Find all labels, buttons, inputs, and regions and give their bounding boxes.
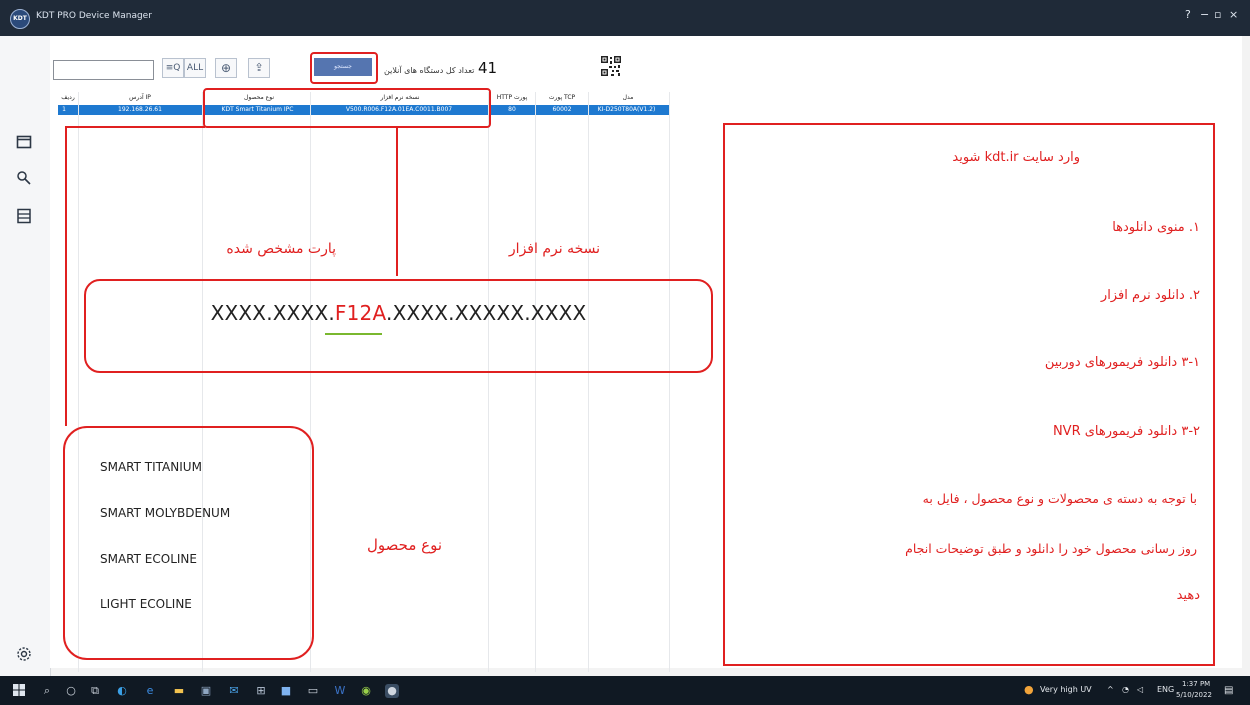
product-item: SMART MOLYBDENUM xyxy=(100,506,231,520)
device-window-icon[interactable] xyxy=(13,134,35,156)
online-devices-count: 41 xyxy=(478,59,498,77)
search-icon[interactable]: ⌕ xyxy=(40,684,54,698)
clock-date[interactable]: 5/10/2022 xyxy=(1176,691,1212,699)
header-ip-address[interactable]: آدرس IP xyxy=(80,94,200,101)
instruction-line: دهید xyxy=(1176,588,1200,603)
tray-chevron-icon[interactable]: ^ xyxy=(1107,685,1114,694)
cell-model: KI-D250T80A(V1.2) xyxy=(597,106,656,113)
version-highlight: F12A xyxy=(334,301,387,325)
version-label: نسخه نرم افزار xyxy=(508,241,600,257)
list-icon[interactable] xyxy=(13,208,35,230)
column-divider xyxy=(535,92,536,672)
cell-row-number: 1 xyxy=(62,106,66,113)
instruction-line: با توجه به دسته ی محصولات و نوع محصول ، … xyxy=(922,491,1197,506)
column-divider xyxy=(588,92,589,672)
instruction-line: ۳-۱ دانلود فریمورهای دوربین xyxy=(1044,355,1200,370)
column-divider xyxy=(669,92,670,672)
products-label: نوع محصول xyxy=(366,536,442,554)
kdt-device-manager-taskbar-icon[interactable]: ● xyxy=(385,684,399,698)
close-button[interactable]: × xyxy=(1229,8,1238,21)
product-item: SMART TITANIUM xyxy=(100,460,202,474)
cortana-icon[interactable]: ○ xyxy=(64,684,78,698)
product-item: SMART ECOLINE xyxy=(100,552,197,566)
cell-tcp-port: 60002 xyxy=(552,106,572,113)
store-icon[interactable]: ▣ xyxy=(199,684,213,698)
all-button[interactable]: ALL xyxy=(184,58,206,78)
terminal-icon[interactable]: ▭ xyxy=(306,684,320,698)
header-tcp-port[interactable]: پورت TCP xyxy=(537,94,587,101)
part-label: پارت مشخص شده xyxy=(226,241,336,257)
column-divider xyxy=(488,92,489,672)
version-format-box: XXXX.XXXX.F12A.XXXX.XXXXX.XXXX xyxy=(84,279,713,373)
language-indicator[interactable]: ENG xyxy=(1157,685,1174,694)
network-app-icon[interactable]: ⊞ xyxy=(254,684,268,698)
windows-start-icon[interactable] xyxy=(12,684,26,698)
file-explorer-icon[interactable]: ▬ xyxy=(172,684,186,698)
cell-http-port: 80 xyxy=(508,106,516,113)
search-filter-button[interactable]: ≡Q xyxy=(162,58,184,78)
globe-button[interactable]: ⊕ xyxy=(215,58,237,78)
clock-time[interactable]: 1:37 PM xyxy=(1182,680,1210,688)
app-logo: KDT xyxy=(10,9,30,29)
volume-icon[interactable]: ◁ xyxy=(1137,685,1143,694)
header-row-number[interactable]: ردیف xyxy=(58,94,78,101)
word-icon[interactable]: W xyxy=(333,684,347,698)
connector-line xyxy=(65,126,67,426)
mail-icon[interactable]: ✉ xyxy=(227,684,241,698)
connector-line xyxy=(396,126,398,276)
online-devices-label: تعداد کل دستگاه های آنلاین xyxy=(384,66,475,75)
version-format: XXXX.XXXX.F12A.XXXX.XXXXX.XXXX xyxy=(210,301,587,325)
columns-highlight xyxy=(203,88,491,128)
window-title: KDT PRO Device Manager xyxy=(36,11,152,21)
upload-button[interactable]: ⇪ xyxy=(248,58,270,78)
browser-icon[interactable]: ◉ xyxy=(359,684,373,698)
qr-code-icon[interactable] xyxy=(600,55,622,77)
ie-icon[interactable]: e xyxy=(143,684,157,698)
maximize-button[interactable]: ▫ xyxy=(1214,8,1221,21)
weather-text[interactable]: Very high UV xyxy=(1040,685,1092,694)
instruction-line: روز رسانی محصول خود را دانلود و طبق توضی… xyxy=(905,541,1197,556)
cell-ip-address: 192.168.26.61 xyxy=(118,106,162,113)
product-item: LIGHT ECOLINE xyxy=(100,597,192,611)
network-icon[interactable]: ◔ xyxy=(1122,685,1129,694)
notifications-icon[interactable]: ▤ xyxy=(1224,685,1233,696)
header-http-port[interactable]: HTTP پورت xyxy=(490,94,534,101)
search-input[interactable] xyxy=(53,60,154,80)
title-bar: KDT KDT PRO Device Manager ? − ▫ × xyxy=(0,0,1250,36)
edge-icon[interactable]: ◐ xyxy=(115,684,129,698)
app-icon[interactable]: ■ xyxy=(279,684,293,698)
task-view-icon[interactable]: ⧉ xyxy=(88,684,102,698)
instruction-line: وارد سایت kdt.ir شوید xyxy=(952,150,1080,165)
highlight-underline xyxy=(325,333,382,335)
instruction-line: ۳-۲ دانلود فریمورهای NVR xyxy=(1052,424,1200,439)
header-model[interactable]: مدل xyxy=(598,94,658,101)
weather-icon[interactable]: ● xyxy=(1024,683,1034,696)
instruction-line: ۲. دانلود نرم افزار xyxy=(1100,288,1200,303)
tools-icon[interactable] xyxy=(13,170,35,192)
instructions-box xyxy=(723,123,1215,666)
instruction-line: ۱. منوی دانلودها xyxy=(1112,220,1200,235)
scan-button[interactable]: جستجو xyxy=(314,58,372,76)
sidebar xyxy=(0,36,51,676)
connector-line xyxy=(65,126,205,128)
minimize-button[interactable]: − xyxy=(1200,8,1209,21)
settings-gear-icon[interactable] xyxy=(13,646,35,668)
help-icon[interactable]: ? xyxy=(1185,8,1191,21)
